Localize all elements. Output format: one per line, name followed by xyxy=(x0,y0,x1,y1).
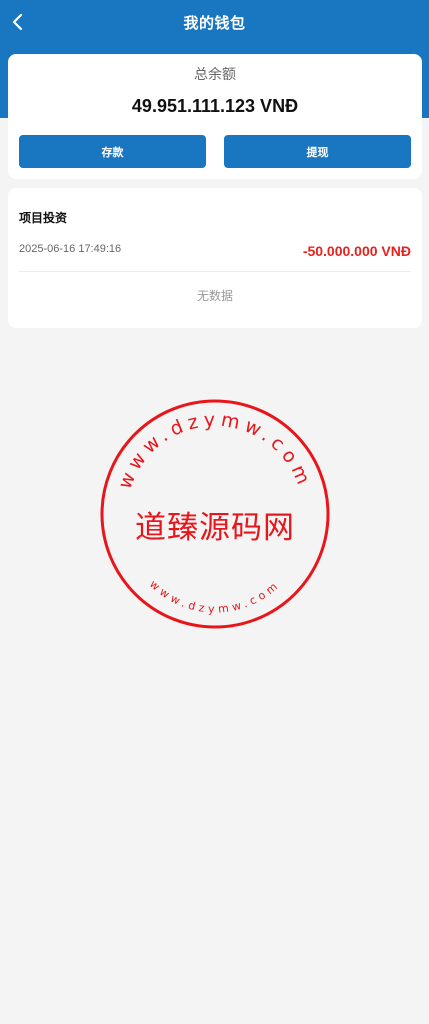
withdraw-button[interactable]: 提现 xyxy=(224,135,411,168)
record-amount: -50.000.000 VNĐ xyxy=(302,243,411,259)
wallet-page: 我的钱包 总余额 49.951.111.123 VNĐ 存款 提现 项目投资 2… xyxy=(0,0,429,1024)
record-row[interactable]: 2025-06-16 17:49:16 -50.000.000 VNĐ xyxy=(19,240,411,272)
empty-state-text: 无数据 xyxy=(196,289,233,303)
record-time: 2025-06-16 17:49:16 xyxy=(19,243,122,255)
section-title: 项目投资 xyxy=(19,211,68,225)
records-card: 项目投资 2025-06-16 17:49:16 -50.000.000 VNĐ… xyxy=(8,188,422,328)
svg-text:www.dzymw.com: www.dzymw.com xyxy=(147,578,283,616)
stamp-name: 道臻源码网 xyxy=(135,510,295,546)
chevron-left-icon xyxy=(12,13,23,31)
watermark-stamp: www.dzymw.com www.dzymw.com 道臻源码网 xyxy=(99,398,331,630)
balance-amount: 49.951.111.123 VNĐ xyxy=(131,96,299,116)
balance-label: 总余额 xyxy=(194,66,236,82)
deposit-button[interactable]: 存款 xyxy=(19,135,206,168)
balance-card: 总余额 49.951.111.123 VNĐ 存款 提现 xyxy=(8,54,422,179)
svg-text:www.dzymw.com: www.dzymw.com xyxy=(114,409,316,492)
page-title: 我的钱包 xyxy=(183,14,246,32)
back-button[interactable] xyxy=(2,6,34,38)
navbar: 我的钱包 xyxy=(0,0,429,44)
